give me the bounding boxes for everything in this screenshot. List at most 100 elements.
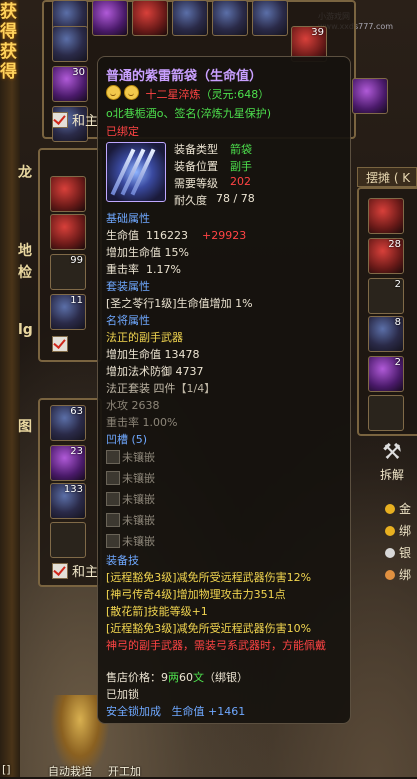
info-label: 装备类型 (174, 143, 218, 156)
sell-label: 售店价格： (106, 671, 161, 684)
base-attr-header: 基础属性 (106, 212, 150, 225)
socket-label: 未镶嵌 (122, 535, 155, 548)
slot-count: 8 (394, 317, 401, 328)
skill-header: 装备技 (106, 554, 139, 567)
left-column-char: lg (18, 322, 33, 338)
checkbox-label: 和主 (72, 565, 99, 580)
inventory-slot[interactable]: 11 (50, 294, 86, 330)
owner-signature: o北巷栀酒o、签名(淬炼九星保护) (106, 107, 272, 120)
safety-value: 生命值 +1461 (171, 705, 246, 718)
socket-label: 未镶嵌 (122, 472, 155, 485)
checkbox-label: 和主 (72, 114, 99, 129)
attr-label: 增加法术防御 (106, 365, 172, 378)
bound-status: 已绑定 (106, 125, 139, 138)
coin-icon (385, 548, 395, 558)
hammer-icon: ⚒ (382, 440, 402, 465)
smiley-icon (124, 85, 139, 100)
famous-set-line: 法正套装 四件【1/4】 (106, 382, 216, 395)
left-scroll-bar (0, 0, 20, 777)
inventory-slot[interactable] (352, 78, 388, 114)
slot-count: 23 (70, 446, 83, 457)
inventory-slot[interactable]: 2 (368, 356, 404, 392)
inventory-slot[interactable] (212, 0, 248, 36)
base-attr-row: 重击率 1.17% (106, 261, 181, 277)
item-name: 普通的紫雷箭袋（生命值） (106, 69, 263, 84)
smiley-icon (106, 85, 121, 100)
famous-attr-header: 名将属性 (106, 314, 150, 327)
enhance-title: 十二星淬炼 (145, 88, 201, 101)
attr-value: 15% (164, 246, 189, 259)
info-value: 202 (230, 175, 251, 188)
famous-inactive-row: 水攻 2638 (106, 397, 160, 413)
info-label: 耐久度 (174, 194, 207, 207)
socket-label: 未镶嵌 (122, 514, 155, 527)
inventory-slot[interactable] (368, 395, 404, 431)
sell-price-row: 售店价格：9两60文（绑银） (106, 669, 248, 685)
slot-count: 39 (311, 27, 324, 38)
inventory-slot[interactable] (172, 0, 208, 36)
sell-silver: 60 (179, 671, 193, 684)
coin-icon (385, 526, 395, 536)
inventory-slot[interactable] (368, 198, 404, 234)
inventory-slot[interactable] (132, 0, 168, 36)
inventory-slot[interactable]: 30 (52, 66, 88, 102)
socket-label: 未镶嵌 (122, 493, 155, 506)
inventory-slot[interactable]: 8 (368, 316, 404, 352)
base-attr-row: 增加生命值 15% (106, 244, 189, 260)
slot-count: 2 (394, 279, 401, 290)
sell-gold: 9 (161, 671, 168, 684)
attr-label: 重击率 (106, 416, 139, 429)
quiver-item-icon (106, 142, 166, 202)
inventory-slot[interactable] (50, 176, 86, 212)
inventory-slot[interactable]: 23 (50, 445, 86, 481)
attr-value: 4737 (175, 365, 204, 378)
empty-socket-icon (106, 471, 120, 485)
attr-label: 水攻 (106, 399, 128, 412)
attr-value: 1.00% (142, 416, 178, 429)
attr-value: 13478 (164, 348, 200, 361)
currency-bound-gold: 绑 (385, 522, 417, 538)
inventory-slot[interactable] (52, 26, 88, 62)
safety-label: 安全锁加成 (106, 705, 161, 718)
item-tooltip: 普通的紫雷箭袋（生命值） 十二星淬炼（灵元:648） o北巷栀酒o、签名(淬炼九… (97, 56, 351, 724)
auto-checkbox[interactable] (52, 563, 68, 579)
inventory-slot[interactable]: 99 (50, 254, 86, 290)
info-value: 箭袋 (230, 143, 252, 156)
inventory-slot[interactable] (50, 214, 86, 250)
attr-label: 增加生命值 (106, 246, 161, 259)
auto-checkbox[interactable] (52, 336, 68, 352)
socket-header: 凹槽 (5) (106, 433, 148, 446)
enhance-row: 十二星淬炼（灵元:648） (106, 85, 269, 102)
slot-count: 30 (72, 67, 85, 78)
tab-stall[interactable]: 摆摊 ( K (357, 167, 417, 187)
inventory-slot[interactable]: 133 (50, 483, 86, 519)
decompose-label: 拆解 (379, 468, 404, 482)
inventory-slot[interactable] (50, 522, 86, 558)
lock-status: 已加锁 (106, 688, 139, 701)
base-attr-row: 生命值 116223 +29923 (106, 227, 246, 243)
currency-label: 金 (399, 502, 412, 516)
set-attr-line: [圣之苓行1级]生命值增加 1% (106, 297, 253, 310)
slot-count: 2 (394, 357, 401, 368)
currency-label: 绑 (399, 568, 412, 582)
coin-icon (385, 504, 395, 514)
inventory-slot[interactable]: 63 (50, 405, 86, 441)
info-label: 装备位置 (174, 160, 218, 173)
slot-count: 63 (70, 406, 83, 417)
decompose-button[interactable]: ⚒ 拆解 (372, 440, 412, 495)
attr-label: 增加生命值 (106, 348, 161, 361)
left-title-banner: 获得获得 (0, 2, 17, 82)
inventory-slot[interactable] (92, 0, 128, 36)
skill-line: [神弓传奇4级]增加物理攻击力351点 (106, 588, 286, 601)
inventory-slot[interactable] (252, 0, 288, 36)
skill-line: [远程豁免3级]减免所受远程武器伤害12% (106, 571, 312, 584)
currency-bound-silver: 绑 (385, 566, 417, 582)
bottom-bar-text: [] (2, 763, 11, 776)
set-attr-header: 套装属性 (106, 280, 150, 293)
inventory-slot[interactable]: 28 (368, 238, 404, 274)
auto-checkbox[interactable] (52, 112, 68, 128)
skill-line: [近程豁免3级]减免所受近程武器伤害10% (106, 622, 312, 635)
attr-value: 1.17% (146, 263, 181, 276)
inventory-slot[interactable]: 2 (368, 278, 404, 314)
info-value: 78 / 78 (216, 192, 255, 205)
